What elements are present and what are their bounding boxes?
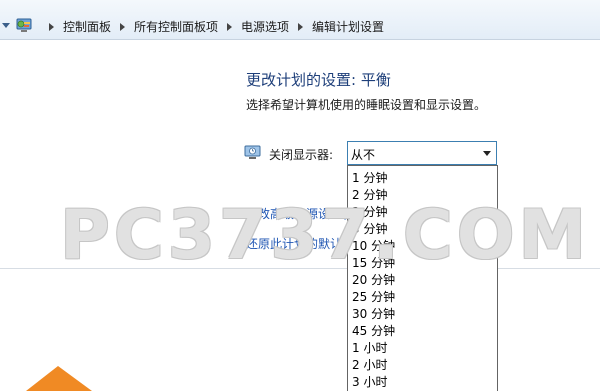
dropdown-option[interactable]: 3 分钟 [352, 205, 387, 219]
turn-off-display-label: 关闭显示器: [269, 148, 334, 162]
dropdown-option[interactable]: 1 小时 [352, 341, 387, 355]
orange-arrow-decoration [26, 366, 92, 391]
page-title: 更改计划的设置: 平衡 [246, 71, 391, 89]
recent-pages-dropdown-icon[interactable] [2, 23, 10, 28]
dropdown-option[interactable]: 5 分钟 [352, 222, 387, 236]
dropdown-option[interactable]: 15 分钟 [352, 256, 395, 270]
select-value: 从不 [351, 148, 376, 162]
dropdown-option[interactable]: 25 分钟 [352, 290, 395, 304]
dropdown-option[interactable]: 2 小时 [352, 358, 387, 372]
chevron-down-icon[interactable] [483, 151, 491, 156]
breadcrumb-separator-icon[interactable] [49, 23, 54, 31]
control-panel-icon [16, 18, 32, 32]
breadcrumb-item-control-panel[interactable]: 控制面板 [63, 19, 111, 35]
dropdown-option[interactable]: 10 分钟 [352, 239, 395, 253]
restore-defaults-link[interactable]: 还原此计划的默认设置 [246, 235, 348, 252]
turn-off-display-select[interactable]: 从不 [347, 141, 497, 165]
dropdown-option[interactable]: 1 分钟 [352, 171, 387, 185]
dropdown-option[interactable]: 45 分钟 [352, 324, 395, 338]
breadcrumb-separator-icon[interactable] [298, 23, 304, 31]
display-timeout-dropdown-list: 1 分钟 2 分钟 3 分钟 5 分钟 10 分钟 15 分钟 20 分钟 25… [347, 165, 498, 391]
breadcrumb-separator-icon[interactable] [227, 23, 233, 31]
breadcrumb: 控制面板 所有控制面板项 电源选项 编辑计划设置 [40, 19, 384, 35]
advanced-settings-link[interactable]: 更改高级电源设置(C) [246, 205, 348, 222]
divider [0, 268, 600, 269]
dropdown-option[interactable]: 20 分钟 [352, 273, 395, 287]
address-bar: 控制面板 所有控制面板项 电源选项 编辑计划设置 [0, 0, 600, 40]
dropdown-option[interactable]: 2 分钟 [352, 188, 387, 202]
page-subtitle: 选择希望计算机使用的睡眠设置和显示设置。 [246, 98, 487, 112]
breadcrumb-item-power-options[interactable]: 电源选项 [241, 19, 289, 35]
dropdown-option[interactable]: 3 小时 [352, 375, 387, 389]
monitor-power-icon [244, 145, 261, 159]
breadcrumb-item-all-items[interactable]: 所有控制面板项 [134, 19, 218, 35]
breadcrumb-separator-icon[interactable] [120, 23, 126, 31]
dropdown-option[interactable]: 30 分钟 [352, 307, 395, 321]
breadcrumb-item-edit-plan[interactable]: 编辑计划设置 [312, 19, 384, 35]
